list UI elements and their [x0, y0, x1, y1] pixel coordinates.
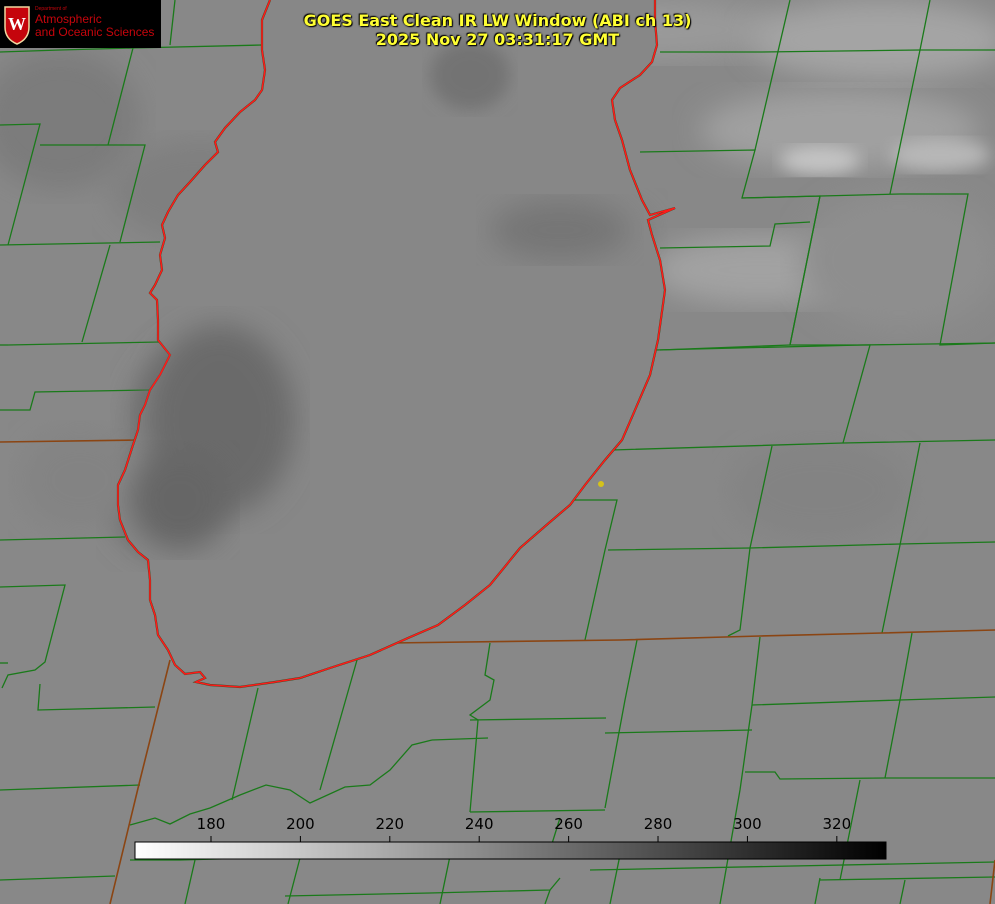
- colorbar-tick-label: 240: [464, 815, 494, 833]
- colorbar-tick-label: 260: [554, 815, 583, 833]
- satellite-map[interactable]: [0, 0, 995, 904]
- map-title: GOES East Clean IR LW Window (ABI ch 13): [303, 11, 692, 30]
- colorbar-tick-label: 220: [375, 815, 405, 833]
- colorbar-tick-label: 320: [822, 815, 852, 833]
- colorbar-tick-label: 280: [643, 815, 673, 833]
- station-marker[interactable]: [598, 481, 604, 487]
- map-timestamp: 2025 Nov 27 03:31:17 GMT: [375, 30, 620, 49]
- colorbar: [134, 841, 887, 860]
- colorbar-tick-label: 180: [196, 815, 226, 833]
- colorbar-tick-label: 200: [286, 815, 315, 833]
- colorbar-tick-label: 300: [733, 815, 762, 833]
